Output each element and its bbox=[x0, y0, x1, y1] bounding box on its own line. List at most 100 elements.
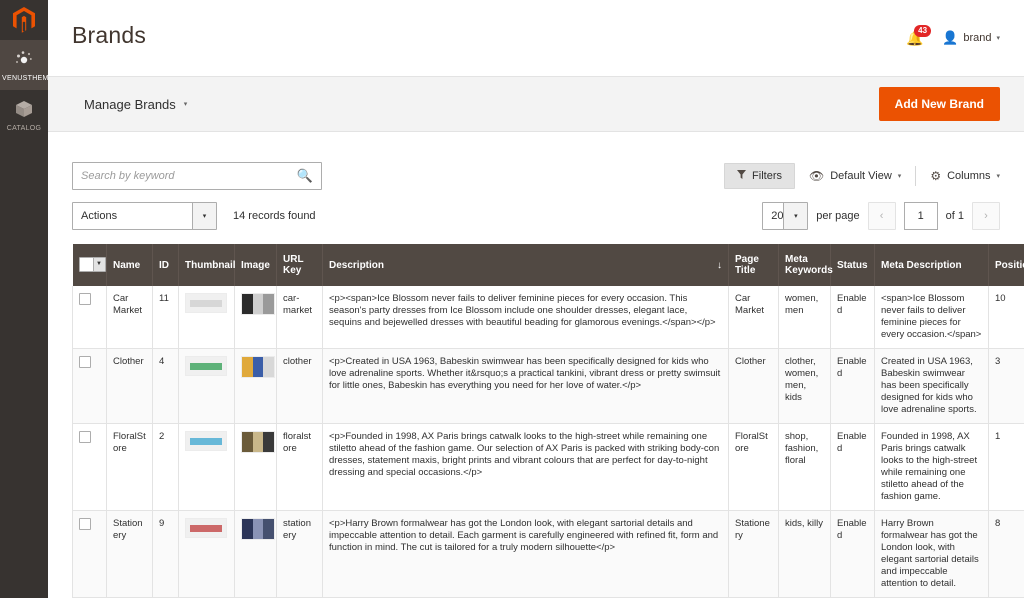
catalog-box-icon bbox=[2, 99, 46, 121]
cell-position: 1 bbox=[988, 423, 1024, 511]
row-checkbox-cell[interactable] bbox=[72, 510, 107, 598]
column-thumbnail[interactable]: Thumbnail bbox=[178, 244, 236, 286]
table-row[interactable]: Car Market 11 car-market <p><span>Ice Bloss… bbox=[72, 286, 1024, 349]
total-pages-label: of 1 bbox=[945, 210, 964, 222]
funnel-icon bbox=[737, 170, 747, 182]
cell-name: Clother bbox=[106, 348, 153, 424]
manage-brands-dropdown[interactable]: Manage Brands ▾ bbox=[72, 97, 187, 112]
cell-url-key: stationery bbox=[276, 510, 323, 598]
column-name[interactable]: Name bbox=[106, 244, 153, 286]
cell-thumbnail bbox=[178, 510, 235, 598]
header-actions: 🔔 43 👤 brand ▾ bbox=[906, 22, 1000, 48]
row-checkbox[interactable] bbox=[79, 431, 91, 443]
page-number-input[interactable] bbox=[903, 202, 938, 230]
per-page-select[interactable]: 20 ▾ bbox=[762, 202, 809, 230]
column-id[interactable]: ID bbox=[152, 244, 179, 286]
sidebar: VENUSTHEME CATALOG bbox=[0, 0, 53, 598]
cell-image bbox=[234, 286, 277, 349]
select-all-column[interactable]: ▼ bbox=[72, 244, 107, 286]
column-meta-description[interactable]: Meta Description bbox=[874, 244, 989, 286]
columns-dropdown[interactable]: ⚙ Columns ▾ bbox=[930, 169, 1000, 183]
brand-image-thumbnail bbox=[241, 518, 275, 540]
cell-name: Car Market bbox=[106, 286, 153, 349]
chevron-down-icon: ▾ bbox=[897, 173, 902, 180]
cell-status: Enabled bbox=[830, 510, 875, 598]
cell-id: 9 bbox=[152, 510, 179, 598]
row-checkbox-cell[interactable] bbox=[72, 423, 107, 511]
row-checkbox[interactable] bbox=[79, 518, 91, 530]
cell-meta-description: Created in USA 1963, Babeskin swimwear h… bbox=[874, 348, 989, 424]
cell-position: 8 bbox=[988, 510, 1024, 598]
sidebar-item-venustheme[interactable]: VENUSTHEME bbox=[0, 40, 53, 90]
cell-thumbnail bbox=[178, 423, 235, 511]
venustheme-icon bbox=[2, 49, 46, 71]
cell-page-title: Car Market bbox=[728, 286, 779, 349]
cell-page-title: Clother bbox=[728, 348, 779, 424]
cell-meta-keywords: women, men bbox=[778, 286, 831, 349]
cell-status: Enabled bbox=[830, 286, 875, 349]
search-icon[interactable]: 🔍 bbox=[297, 168, 313, 184]
prev-page-button[interactable]: ‹ bbox=[867, 202, 896, 230]
row-checkbox[interactable] bbox=[79, 293, 91, 305]
cell-position: 3 bbox=[988, 348, 1024, 424]
notifications-button[interactable]: 🔔 43 bbox=[906, 25, 932, 48]
cell-id: 4 bbox=[152, 348, 179, 424]
add-new-brand-button[interactable]: Add New Brand bbox=[878, 87, 1000, 121]
chevron-down-icon: ▾ bbox=[783, 203, 808, 229]
cell-meta-description: Founded in 1998, AX Paris brings catwalk… bbox=[874, 423, 989, 511]
page-actions-bar: Manage Brands ▾ Add New Brand bbox=[48, 76, 1024, 132]
column-image[interactable]: Image bbox=[234, 244, 277, 286]
sidebar-item-label: CATALOG bbox=[6, 125, 42, 132]
filters-label: Filters bbox=[752, 170, 782, 182]
chevron-down-icon: ▾ bbox=[192, 203, 216, 229]
sort-desc-icon: ↓ bbox=[717, 259, 722, 271]
column-description[interactable]: Description ↓ bbox=[322, 244, 729, 286]
cell-url-key: clother bbox=[276, 348, 323, 424]
search-box[interactable]: 🔍 bbox=[72, 162, 322, 190]
column-description-label: Description bbox=[329, 259, 385, 271]
cell-image bbox=[234, 348, 277, 424]
row-checkbox[interactable] bbox=[79, 356, 91, 368]
default-view-label: Default View bbox=[830, 170, 892, 182]
column-position[interactable]: Position bbox=[988, 244, 1024, 286]
row-checkbox-cell[interactable] bbox=[72, 286, 107, 349]
cell-thumbnail bbox=[178, 348, 235, 424]
cell-position: 10 bbox=[988, 286, 1024, 349]
table-row[interactable]: FloralStore 2 floralstore <p>Founded in 199… bbox=[72, 423, 1024, 511]
page-header: Brands 🔔 43 👤 brand ▾ bbox=[48, 0, 1024, 76]
brand-logo-thumbnail bbox=[185, 431, 227, 451]
user-menu[interactable]: 👤 brand ▾ bbox=[942, 30, 1000, 46]
column-page-title[interactable]: Page Title bbox=[728, 244, 779, 286]
filters-button[interactable]: Filters bbox=[724, 163, 795, 189]
column-url-key[interactable]: URL Key bbox=[276, 244, 323, 286]
table-row[interactable]: Stationery 9 stationery <p>Harry Brown form… bbox=[72, 510, 1024, 598]
user-menu-label: brand bbox=[963, 32, 992, 44]
row-checkbox-cell[interactable] bbox=[72, 348, 107, 424]
pagination: 20 ▾ per page ‹ of 1 › bbox=[762, 202, 1000, 230]
brands-grid: ▼ Name ID Thumbnail Image URL Key Descri… bbox=[72, 244, 1024, 598]
column-meta-keywords[interactable]: Meta Keywords bbox=[778, 244, 833, 286]
sidebar-item-catalog[interactable]: CATALOG bbox=[0, 90, 48, 140]
grid-toolbar-top: 🔍 Filters 👁 Default View ▾ bbox=[72, 162, 1000, 190]
manage-brands-label: Manage Brands bbox=[84, 96, 176, 112]
select-all-checkbox[interactable]: ▼ bbox=[78, 256, 106, 272]
cell-meta-keywords: clother, women, men, kids bbox=[778, 348, 831, 424]
gear-icon: ⚙ bbox=[930, 169, 942, 183]
search-input[interactable] bbox=[81, 170, 297, 182]
cell-image bbox=[234, 423, 277, 511]
brands-table: ▼ Name ID Thumbnail Image URL Key Descri… bbox=[72, 244, 1024, 598]
actions-and-count: Actions ▾ 14 records found bbox=[72, 202, 316, 230]
table-header-row: ▼ Name ID Thumbnail Image URL Key Descri… bbox=[72, 244, 1024, 286]
actions-select[interactable]: Actions ▾ bbox=[72, 202, 217, 230]
chevron-down-icon[interactable]: ▼ bbox=[92, 257, 105, 271]
main-content: Brands 🔔 43 👤 brand ▾ Manage Brands ▾ Ad… bbox=[48, 0, 1024, 598]
table-body: Car Market 11 car-market <p><span>Ice Bloss… bbox=[72, 286, 1024, 598]
cell-url-key: floralstore bbox=[276, 423, 323, 511]
actions-select-label: Actions bbox=[81, 210, 118, 222]
default-view-dropdown[interactable]: 👁 Default View ▾ bbox=[809, 169, 901, 183]
cell-meta-description: <span>Ice Blossom never fails to deliver… bbox=[874, 286, 989, 349]
column-status[interactable]: Status bbox=[830, 244, 875, 286]
next-page-button[interactable]: › bbox=[972, 202, 1000, 230]
table-row[interactable]: Clother 4 clother <p>Created in USA 1963, B… bbox=[72, 348, 1024, 424]
magento-logo[interactable] bbox=[0, 0, 48, 40]
